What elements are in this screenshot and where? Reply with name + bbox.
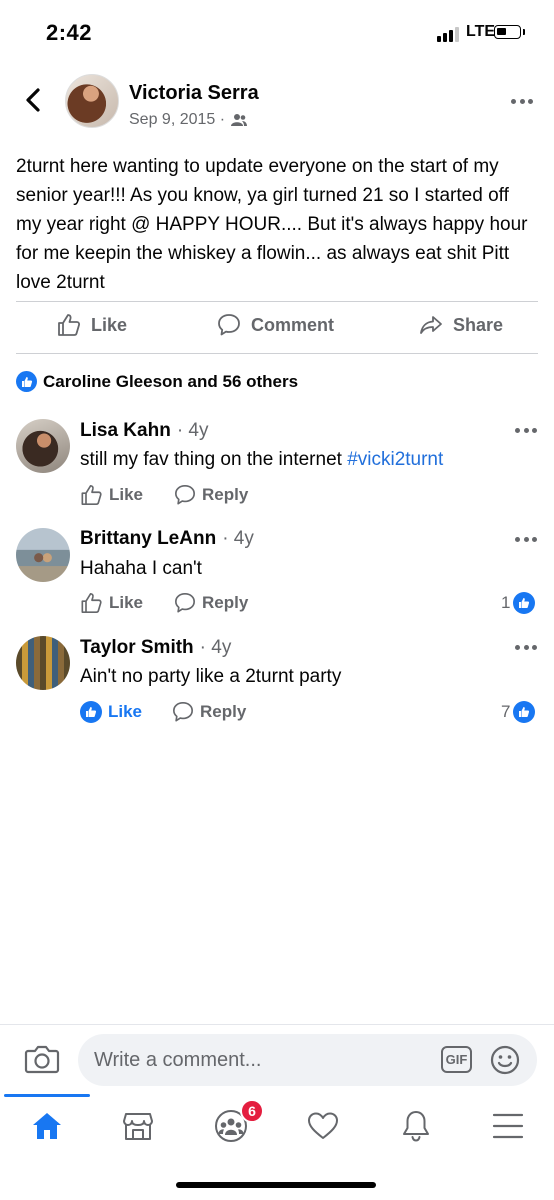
battery-icon [494, 25, 521, 39]
comment-reply-button[interactable]: Reply [174, 484, 248, 506]
reply-icon [175, 485, 195, 505]
thumbs-up-icon [81, 485, 102, 505]
comment-like-button[interactable]: Like [80, 484, 143, 506]
emoji-button[interactable] [490, 1045, 520, 1080]
menu-icon [492, 1113, 524, 1139]
comment-like-count[interactable]: 1 [501, 592, 536, 614]
comment-reply-button[interactable]: Reply [172, 701, 246, 723]
share-icon [420, 316, 442, 334]
signal-icon [437, 27, 459, 42]
comment-like-label: Like [109, 593, 144, 612]
comment-text: Hahaha I can't [80, 558, 202, 579]
comment-time: · 4y [222, 528, 254, 549]
reactions-summary[interactable]: Caroline Gleeson and 56 others [16, 371, 298, 392]
avatar[interactable] [16, 528, 70, 582]
comment-reply-label: Reply [202, 485, 249, 504]
reply-icon [175, 593, 195, 613]
post-meta: Sep 9, 2015 · [129, 111, 248, 129]
comment-like-button[interactable]: Like [80, 701, 142, 723]
author-name[interactable]: Victoria Serra [129, 82, 259, 105]
tab-menu[interactable] [488, 1106, 528, 1146]
comment-author[interactable]: Brittany LeAnn [80, 528, 216, 550]
friends-icon [231, 114, 248, 126]
gif-button[interactable]: GIF [441, 1046, 472, 1073]
avatar[interactable] [16, 419, 70, 473]
comment-label: Comment [251, 314, 335, 335]
like-reaction-icon [513, 701, 536, 723]
composer-divider [0, 1024, 554, 1025]
groups-badge: 6 [240, 1099, 264, 1123]
tab-dating[interactable] [303, 1106, 343, 1146]
comment-text: still my fav thing on the internet #vick… [80, 449, 443, 471]
heart-icon [308, 1112, 338, 1139]
post-date[interactable]: Sep 9, 2015 · [129, 111, 225, 129]
reply-icon [173, 702, 193, 722]
home-icon [33, 1113, 61, 1139]
like-label: Like [91, 314, 128, 335]
marketplace-icon [123, 1113, 153, 1140]
author-avatar[interactable] [65, 74, 119, 128]
comment-more-button[interactable] [515, 428, 537, 434]
comment-reply-label: Reply [200, 702, 247, 721]
share-label: Share [453, 314, 504, 335]
avatar[interactable] [16, 636, 70, 690]
comment-reply-button[interactable]: Reply [174, 592, 248, 614]
like-count: 1 [501, 593, 511, 612]
bell-icon [403, 1111, 429, 1142]
comment-time: · 4y [199, 637, 232, 658]
comment-like-label: Like [109, 485, 144, 504]
comment-like-button[interactable]: Like [80, 592, 143, 614]
tab-marketplace[interactable] [118, 1106, 158, 1146]
status-time: 2:42 [46, 20, 93, 45]
like-reaction-icon [16, 371, 37, 392]
thumbs-up-icon [58, 314, 81, 336]
divider [16, 301, 538, 302]
thumbs-up-filled-icon [80, 701, 102, 723]
post-more-button[interactable] [511, 99, 533, 105]
comment-icon [218, 314, 240, 336]
divider [16, 353, 538, 354]
comment-more-button[interactable] [515, 537, 537, 543]
chevron-left-icon [26, 88, 40, 112]
back-button[interactable] [20, 86, 48, 114]
camera-button[interactable] [24, 1043, 60, 1080]
comment-time: · 4y [176, 420, 209, 441]
post-text: 2turnt here wanting to update everyone o… [16, 156, 528, 293]
comment-text: Ain't no party like a 2turnt party [80, 666, 342, 687]
tab-home[interactable] [27, 1106, 67, 1146]
comment-author[interactable]: Lisa Kahn [80, 420, 171, 442]
like-reaction-icon [513, 592, 536, 614]
comment-body: still my fav thing on the internet [80, 449, 348, 470]
battery-tip [523, 29, 525, 35]
comment-like-count[interactable]: 7 [501, 701, 536, 723]
thumbs-up-icon [81, 593, 102, 613]
comment-reply-label: Reply [202, 593, 249, 612]
like-count: 7 [501, 702, 511, 721]
reactions-text: Caroline Gleeson and 56 others [43, 371, 299, 391]
network-label: LTE [466, 23, 496, 40]
comment-author[interactable]: Taylor Smith [80, 637, 194, 659]
comment-button[interactable]: Comment [217, 313, 334, 337]
active-tab-indicator [4, 1094, 90, 1097]
smiley-icon [490, 1045, 520, 1075]
comment-more-button[interactable] [515, 645, 537, 651]
home-indicator[interactable] [176, 1182, 376, 1188]
comment-like-label: Like [108, 702, 143, 721]
camera-icon [24, 1045, 60, 1074]
tab-notifications[interactable] [396, 1106, 436, 1146]
like-button[interactable]: Like [57, 313, 127, 337]
share-button[interactable]: Share [419, 313, 503, 337]
hashtag-link[interactable]: #vicki2turnt [347, 449, 443, 470]
